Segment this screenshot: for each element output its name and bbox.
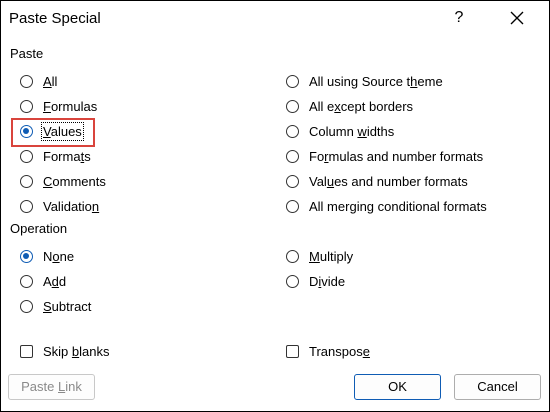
radio-button[interactable] bbox=[286, 174, 299, 188]
transpose-checkbox[interactable]: Transpose bbox=[286, 341, 370, 361]
values-highlight-box bbox=[11, 118, 95, 147]
option-label: Comments bbox=[43, 173, 106, 189]
cancel-button[interactable]: Cancel bbox=[454, 374, 541, 400]
radio-button[interactable] bbox=[286, 149, 299, 163]
paste-option-validation[interactable]: Validation bbox=[20, 196, 99, 216]
option-label: Transpose bbox=[309, 343, 370, 359]
option-label: All except borders bbox=[309, 98, 414, 114]
operation-option-subtract[interactable]: Subtract bbox=[20, 296, 91, 316]
operation-option-add[interactable]: Add bbox=[20, 271, 66, 291]
radio-button[interactable] bbox=[286, 274, 299, 288]
option-label: Column widths bbox=[309, 123, 395, 139]
paste-option-all-except-borders[interactable]: All except borders bbox=[286, 96, 413, 116]
radio-button[interactable] bbox=[20, 74, 33, 88]
radio-button[interactable] bbox=[20, 99, 33, 113]
ok-button[interactable]: OK bbox=[354, 374, 441, 400]
option-label: Divide bbox=[309, 273, 346, 289]
checkbox[interactable] bbox=[286, 344, 299, 358]
radio-button-selected[interactable] bbox=[20, 249, 33, 263]
option-label: Formats bbox=[43, 148, 91, 164]
checkbox[interactable] bbox=[20, 344, 33, 358]
operation-option-divide[interactable]: Divide bbox=[286, 271, 345, 291]
option-label: All merging conditional formats bbox=[309, 198, 487, 214]
radio-button[interactable] bbox=[20, 149, 33, 163]
paste-option-all-using-source-theme[interactable]: All using Source theme bbox=[286, 71, 443, 91]
paste-option-values-and-number-formats[interactable]: Values and number formats bbox=[286, 171, 468, 191]
radio-button[interactable] bbox=[286, 199, 299, 213]
dialog-title: Paste Special bbox=[9, 10, 101, 27]
paste-section-label: Paste bbox=[10, 46, 44, 61]
paste-option-all-merging-conditional-formats[interactable]: All merging conditional formats bbox=[286, 196, 487, 216]
radio-button[interactable] bbox=[20, 174, 33, 188]
title-bar: Paste Special ? bbox=[1, 1, 549, 37]
option-label: All bbox=[43, 73, 58, 89]
close-icon bbox=[510, 11, 524, 25]
option-label: Multiply bbox=[309, 248, 354, 264]
operation-option-multiply[interactable]: Multiply bbox=[286, 246, 353, 266]
option-label: All using Source theme bbox=[309, 73, 443, 89]
skip-blanks-checkbox[interactable]: Skip blanks bbox=[20, 341, 110, 361]
operation-section-label: Operation bbox=[10, 221, 68, 236]
paste-special-dialog: Paste Special ? Paste All Formulas Value… bbox=[0, 0, 550, 412]
option-label: Validation bbox=[43, 198, 100, 214]
option-label: Subtract bbox=[43, 298, 92, 314]
option-label: Formulas bbox=[43, 98, 98, 114]
operation-option-none[interactable]: None bbox=[20, 246, 74, 266]
radio-button[interactable] bbox=[286, 74, 299, 88]
option-label: Values and number formats bbox=[309, 173, 468, 189]
close-button[interactable] bbox=[499, 4, 535, 32]
paste-option-formulas[interactable]: Formulas bbox=[20, 96, 97, 116]
help-button[interactable]: ? bbox=[447, 5, 471, 31]
radio-button[interactable] bbox=[286, 124, 299, 138]
paste-link-button[interactable]: Paste Link bbox=[8, 374, 95, 400]
option-label: Add bbox=[43, 273, 67, 289]
radio-button[interactable] bbox=[20, 274, 33, 288]
paste-option-formats[interactable]: Formats bbox=[20, 146, 91, 166]
radio-button[interactable] bbox=[286, 99, 299, 113]
paste-option-column-widths[interactable]: Column widths bbox=[286, 121, 394, 141]
radio-button[interactable] bbox=[286, 249, 299, 263]
option-label: Formulas and number formats bbox=[309, 148, 484, 164]
paste-option-all[interactable]: All bbox=[20, 71, 57, 91]
paste-option-formulas-and-number-formats[interactable]: Formulas and number formats bbox=[286, 146, 483, 166]
option-label: None bbox=[43, 248, 75, 264]
radio-button[interactable] bbox=[20, 299, 33, 313]
option-label: Skip blanks bbox=[43, 343, 110, 359]
paste-option-comments[interactable]: Comments bbox=[20, 171, 106, 191]
radio-button[interactable] bbox=[20, 199, 33, 213]
